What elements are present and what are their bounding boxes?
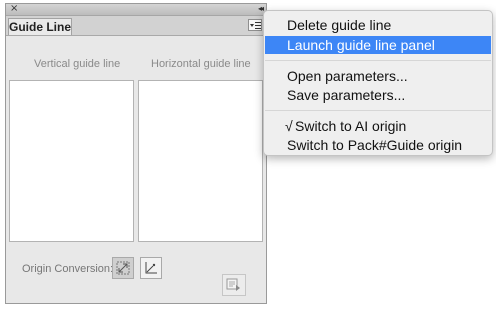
menu-item-launch-guide-line-panel[interactable]: Launch guide line panel [265,36,491,54]
menu-divider [265,110,491,111]
menu-lines-icon [255,22,261,29]
menu-item-switch-to-pack-guide-origin[interactable]: Switch to Pack#Guide origin [265,136,491,154]
horizontal-guide-header: Horizontal guide line [151,58,251,70]
menu-item-label: Switch to AI origin [295,118,407,134]
chevron-down-icon [250,24,254,27]
origin-corner-button[interactable] [140,257,162,279]
menu-item-save-parameters[interactable]: Save parameters... [265,86,491,104]
origin-diagonal-icon [116,261,130,275]
origin-conversion-label: Origin Conversion: [22,263,114,275]
screen: × ◂◂ Guide Line Vertical guide line Hori… [0,0,496,311]
panel-flyout-menu: Delete guide line Launch guide line pane… [263,10,493,156]
panel-footer-button[interactable] [222,274,246,296]
close-icon[interactable]: × [10,3,18,15]
vertical-guide-list[interactable] [9,80,134,242]
menu-divider [265,60,491,61]
origin-corner-icon [145,262,157,274]
panel-titlebar[interactable]: × ◂◂ [6,3,266,16]
menu-item-open-parameters[interactable]: Open parameters... [265,67,491,85]
guide-line-panel: × ◂◂ Guide Line Vertical guide line Hori… [5,3,267,304]
origin-diagonal-button[interactable] [112,257,134,279]
menu-item-switch-to-ai-origin[interactable]: √ Switch to AI origin [265,117,491,135]
checkmark-icon: √ [285,118,293,134]
vertical-guide-header: Vertical guide line [34,58,121,70]
horizontal-guide-list[interactable] [138,80,263,242]
tab-guide-line[interactable]: Guide Line [8,18,72,35]
collapse-icon[interactable]: ◂◂ [258,3,264,15]
menu-item-delete-guide-line[interactable]: Delete guide line [265,16,491,34]
panel-tab-row: Guide Line [6,16,266,36]
panel-footer-icon [226,278,240,291]
panel-menu-icon[interactable] [248,19,262,31]
